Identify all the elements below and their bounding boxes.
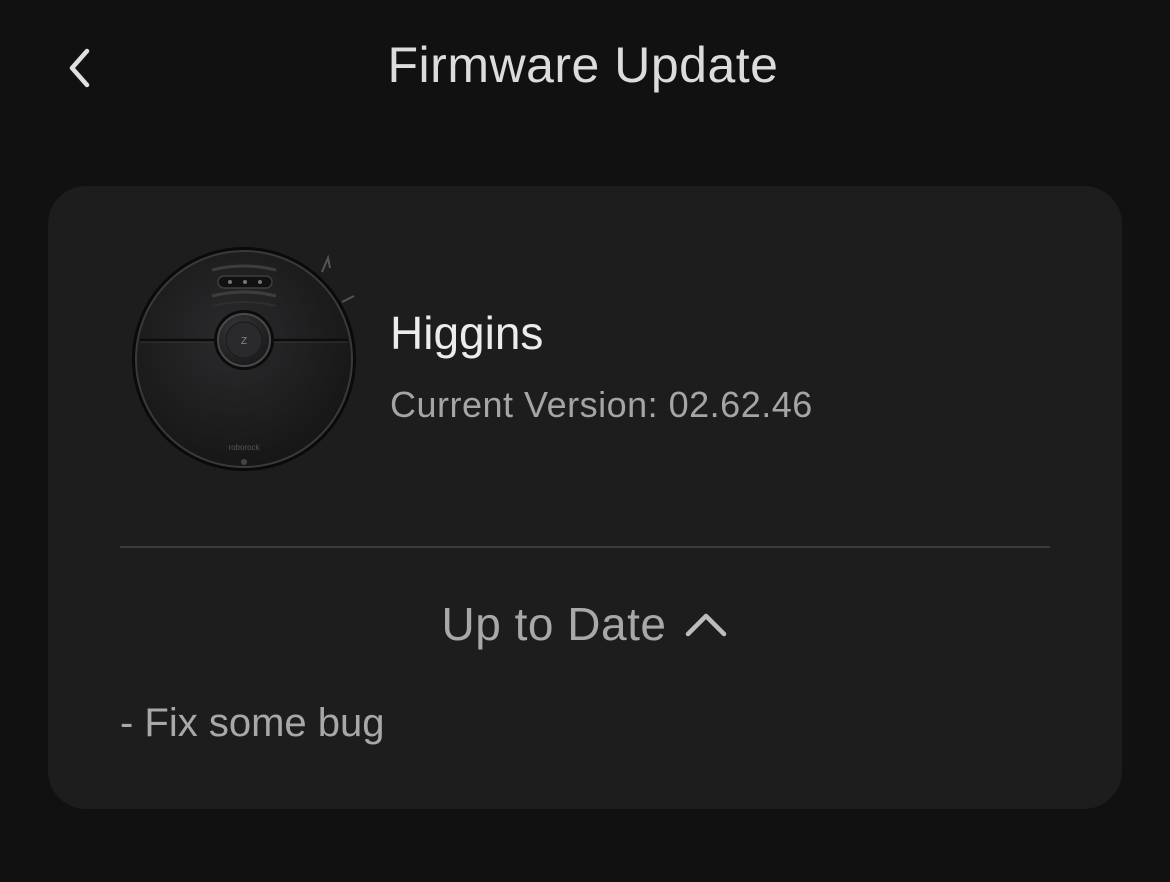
device-name: Higgins bbox=[390, 307, 544, 359]
update-status: Up to Date bbox=[441, 598, 667, 650]
update-status-toggle[interactable]: Up to Date bbox=[48, 594, 1122, 654]
device-card: Z roborock Higgins Current Version: 02.6… bbox=[48, 186, 1122, 809]
divider bbox=[120, 546, 1050, 548]
release-notes: - Fix some bug bbox=[120, 701, 385, 745]
current-version: Current Version: 02.62.46 bbox=[390, 384, 813, 425]
brand-mark: roborock bbox=[228, 443, 260, 452]
header: Firmware Update bbox=[0, 0, 1170, 140]
firmware-update-screen: Firmware Update Z roborock Higgins Curre… bbox=[0, 0, 1170, 882]
page-title: Firmware Update bbox=[387, 37, 779, 93]
svg-text:Z: Z bbox=[241, 336, 247, 347]
chevron-up-icon bbox=[684, 609, 728, 639]
robot-vacuum-image: Z roborock bbox=[132, 247, 356, 471]
